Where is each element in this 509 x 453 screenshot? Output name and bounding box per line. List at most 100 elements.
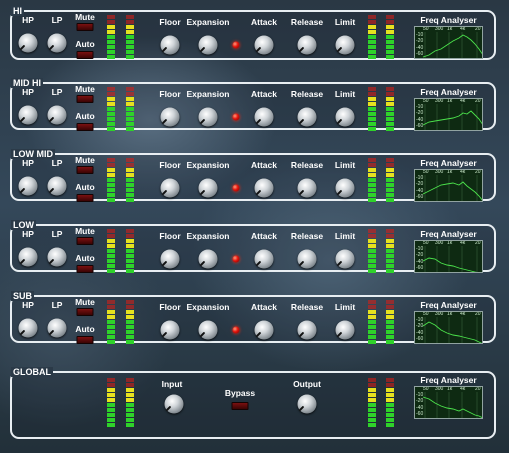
- attack-knob[interactable]: [254, 35, 274, 55]
- knob-pointer-icon: [298, 331, 305, 338]
- lp-label: LP: [51, 300, 63, 310]
- attack-knob[interactable]: [254, 320, 274, 340]
- expansion-label: Expansion: [186, 160, 230, 170]
- meter-segment: [126, 300, 134, 304]
- meter-segment: [386, 315, 394, 319]
- mute-button[interactable]: [76, 308, 94, 316]
- meter-segment: [386, 264, 394, 268]
- lp-knob[interactable]: [47, 247, 67, 267]
- meter-segment: [107, 50, 115, 54]
- floor-knob[interactable]: [160, 178, 180, 198]
- meter-segment: [107, 249, 115, 253]
- attack-label: Attack: [251, 160, 277, 170]
- knob-pointer-icon: [255, 189, 262, 196]
- release-knob[interactable]: [297, 178, 317, 198]
- attack-knob[interactable]: [254, 178, 274, 198]
- lp-knob[interactable]: [47, 318, 67, 338]
- limit-knob[interactable]: [335, 178, 355, 198]
- activity-led[interactable]: [232, 184, 240, 192]
- lp-knob[interactable]: [47, 33, 67, 53]
- freq-analyser-title: Freq Analyser: [420, 300, 477, 310]
- output-gain-knob[interactable]: [297, 394, 317, 414]
- mute-label: Mute: [75, 12, 95, 22]
- lp-label: LP: [51, 158, 63, 168]
- meter-segment: [126, 15, 134, 19]
- meter-segment: [126, 102, 134, 106]
- limit-knob[interactable]: [335, 249, 355, 269]
- meter-segment: [107, 239, 115, 243]
- limit-knob[interactable]: [335, 107, 355, 127]
- knob-pointer-icon: [48, 187, 55, 194]
- meter-segment: [368, 45, 376, 49]
- meter-segment: [126, 178, 134, 182]
- activity-led[interactable]: [232, 113, 240, 121]
- floor-knob[interactable]: [160, 249, 180, 269]
- hp-knob[interactable]: [18, 176, 38, 196]
- release-knob[interactable]: [297, 320, 317, 340]
- meter-segment: [368, 55, 376, 59]
- output-meter-right: [386, 229, 394, 277]
- expansion-knob[interactable]: [198, 178, 218, 198]
- meter-segment: [107, 264, 115, 268]
- spectrum-svg: [422, 175, 482, 201]
- hp-knob[interactable]: [18, 105, 38, 125]
- mute-button[interactable]: [76, 237, 94, 245]
- activity-led[interactable]: [232, 255, 240, 263]
- meter-segment: [126, 388, 134, 392]
- meter-segment: [126, 35, 134, 39]
- knob-pointer-icon: [255, 118, 262, 125]
- hp-label: HP: [22, 300, 34, 310]
- meter-segment: [107, 193, 115, 197]
- hp-knob[interactable]: [18, 247, 38, 267]
- expansion-knob[interactable]: [198, 320, 218, 340]
- global-input-meter-left: [107, 378, 115, 432]
- meter-segment: [126, 403, 134, 407]
- meter-segment: [386, 158, 394, 162]
- meter-segment: [126, 398, 134, 402]
- auto-button[interactable]: [76, 123, 94, 131]
- meter-segment: [126, 117, 134, 121]
- mute-button[interactable]: [76, 23, 94, 31]
- meter-segment: [386, 35, 394, 39]
- attack-knob[interactable]: [254, 249, 274, 269]
- meter-segment: [368, 163, 376, 167]
- lp-knob[interactable]: [47, 176, 67, 196]
- floor-knob[interactable]: [160, 107, 180, 127]
- expansion-label: Expansion: [186, 17, 230, 27]
- release-knob[interactable]: [297, 35, 317, 55]
- meter-segment: [107, 30, 115, 34]
- release-knob[interactable]: [297, 107, 317, 127]
- auto-button[interactable]: [76, 194, 94, 202]
- expansion-knob[interactable]: [198, 35, 218, 55]
- output-meter-left: [368, 158, 376, 206]
- expansion-knob[interactable]: [198, 249, 218, 269]
- knob-pointer-icon: [19, 44, 26, 51]
- auto-button[interactable]: [76, 336, 94, 344]
- bypass-button[interactable]: [231, 402, 249, 410]
- limit-knob[interactable]: [335, 320, 355, 340]
- mute-label: Mute: [75, 84, 95, 94]
- floor-knob[interactable]: [160, 320, 180, 340]
- meter-segment: [386, 30, 394, 34]
- mute-button[interactable]: [76, 95, 94, 103]
- limit-knob[interactable]: [335, 35, 355, 55]
- hp-knob[interactable]: [18, 318, 38, 338]
- mute-button[interactable]: [76, 166, 94, 174]
- meter-segment: [107, 87, 115, 91]
- attack-label: Attack: [251, 231, 277, 241]
- lp-knob[interactable]: [47, 105, 67, 125]
- attack-knob[interactable]: [254, 107, 274, 127]
- hp-knob[interactable]: [18, 33, 38, 53]
- meter-segment: [126, 107, 134, 111]
- input-gain-knob[interactable]: [164, 394, 184, 414]
- output-meter-left: [368, 300, 376, 348]
- meter-segment: [368, 249, 376, 253]
- auto-button[interactable]: [76, 265, 94, 273]
- release-knob[interactable]: [297, 249, 317, 269]
- activity-led[interactable]: [232, 326, 240, 334]
- output-meter-right: [386, 300, 394, 348]
- expansion-knob[interactable]: [198, 107, 218, 127]
- auto-button[interactable]: [76, 51, 94, 59]
- floor-knob[interactable]: [160, 35, 180, 55]
- activity-led[interactable]: [232, 41, 240, 49]
